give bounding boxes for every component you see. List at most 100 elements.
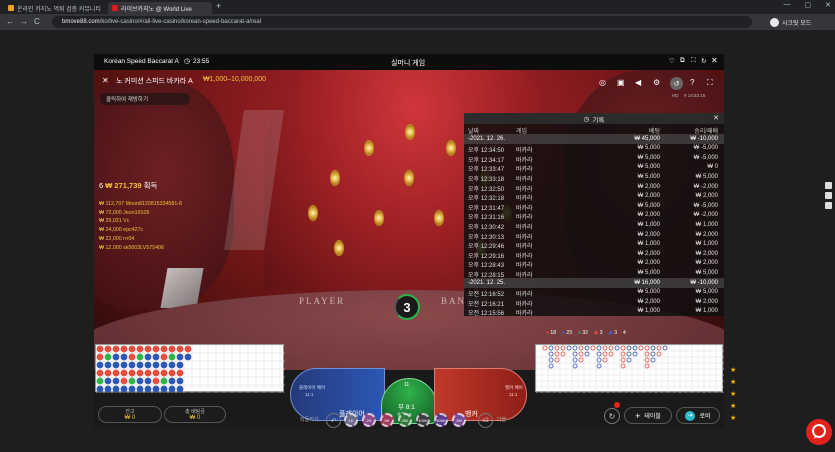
window-controls: — ▢ ✕	[784, 1, 832, 9]
total-bet-label: 총 배팅금	[185, 409, 205, 415]
tables-button[interactable]: + 테이블	[624, 407, 672, 424]
history-cell: ₩ 2,000	[695, 298, 718, 305]
star-icon[interactable]: ★	[730, 390, 736, 402]
decor-feather	[364, 140, 374, 156]
refresh-icon[interactable]: ↻	[701, 57, 706, 65]
chip-25k[interactable]: 25K	[398, 413, 412, 427]
game-mode-title: 실머니 게임	[391, 60, 426, 67]
camera-icon[interactable]: ▣	[617, 78, 625, 87]
hint-bar[interactable]: 클릭하여 재방하기	[100, 93, 190, 105]
maximize-button[interactable]: ▢	[805, 1, 812, 9]
back-arrow-icon[interactable]: ←	[6, 17, 14, 26]
chip-value: 500K	[436, 417, 446, 423]
undo-button[interactable]: ↶	[326, 413, 341, 428]
history-row: 오후 12:31:16 바카라 ₩ 2,000 ₩ -2,000	[464, 211, 724, 221]
history-close-icon[interactable]: ✕	[713, 114, 719, 122]
chip-2k[interactable]: 2K	[362, 413, 376, 427]
decor-feather	[404, 170, 414, 186]
fullscreen-icon[interactable]: ⛶	[691, 57, 696, 65]
profile-button[interactable]: 시크릿 모드	[770, 16, 811, 28]
history-date-row: -2021. 12. 26. ₩ 45,000 ₩ -10,000	[464, 134, 724, 144]
winner-row: ₩ 112,707 Moon8120815334581-8	[99, 201, 182, 207]
big-road-grid	[535, 344, 724, 394]
chip-value: 5K	[384, 417, 390, 423]
history-cell: ₩ 2,000	[637, 250, 660, 257]
sound-icon[interactable]: ◀	[635, 78, 641, 87]
balance-value: ₩ 0	[124, 415, 136, 421]
hint-text: 클릭하여 재방하기	[106, 97, 149, 103]
chips-icon[interactable]: ◎	[599, 78, 606, 87]
settings-gear-icon[interactable]: ⚙	[653, 78, 660, 87]
stream-quality: HD	[672, 93, 679, 98]
forward-arrow-icon[interactable]: →	[20, 17, 28, 26]
star-icon[interactable]: ★	[730, 402, 736, 414]
double-text: x2	[482, 417, 489, 424]
chip-1k[interactable]: 1K	[344, 413, 358, 427]
history-cell: -2021. 12. 26.	[468, 135, 506, 142]
history-cell: ₩ 5,000	[637, 145, 660, 152]
felt-player-text: PLAYER	[299, 296, 346, 306]
bead-road-grid	[95, 344, 285, 394]
star-icon[interactable]: ★	[730, 378, 736, 390]
side-button[interactable]	[825, 192, 832, 199]
balance-label: 잔고	[125, 409, 135, 415]
history-panel: ◷ 기록 ✕ 날짜 게임 베팅 승리/패배 -2021. 12. 26. ₩ 45…	[464, 113, 724, 317]
history-cell: ₩ -5,000	[693, 202, 718, 209]
url-field[interactable]: bmove88.com /ko/live-casino/#/all-live-c…	[52, 16, 752, 28]
card-shoe	[160, 268, 204, 308]
decor-feather	[434, 210, 444, 226]
history-cell: ₩ 2,000	[637, 193, 660, 200]
help-icon[interactable]: ?	[690, 78, 694, 87]
stat-bpair: ◉ 3	[593, 330, 603, 336]
chip-500k[interactable]: 500K	[434, 413, 448, 427]
history-row: 오후 12:29:16 바카라 ₩ 2,000 ₩ 2,000	[464, 249, 724, 260]
history-clock-icon: ◷	[583, 115, 590, 123]
lobby-button[interactable]: ➜ 로비	[676, 407, 720, 424]
balance-display: 잔고 ₩ 0	[98, 406, 162, 423]
chip-100k[interactable]: 100K	[416, 413, 430, 427]
history-date-row: -2021. 12. 25. ₩ 16,000 ₩ -10,000	[464, 278, 724, 288]
history-clock-icon[interactable]: ↺	[670, 77, 683, 90]
chip-2m[interactable]: 2M	[452, 413, 466, 427]
chip-5k[interactable]: 5K	[380, 413, 394, 427]
minimize-button[interactable]: —	[784, 1, 791, 9]
history-cell: ₩ 2,000	[695, 260, 718, 267]
favorite-heart-icon[interactable]: ♡	[669, 57, 675, 65]
double-label: 더블	[497, 417, 507, 423]
countdown-number: 3	[403, 299, 411, 315]
banker-label: 뱅커	[465, 411, 478, 418]
side-button[interactable]	[825, 202, 832, 209]
stat-ppair: ◉ 3	[608, 330, 618, 336]
history-row: 오후 12:33:18 바카라 ₩ 5,000 ₩ 5,000	[464, 172, 724, 183]
close-stream-icon[interactable]: ✕	[102, 76, 109, 85]
reload-icon[interactable]: C	[34, 17, 40, 26]
address-bar-row: ← → C bmove88.com /ko/live-casino/#/all-…	[0, 14, 835, 30]
profile-label: 시크릿 모드	[782, 20, 812, 27]
history-row: 오후 12:28:15 바카라 ₩ 5,000 ₩ 5,000	[464, 268, 724, 279]
chat-button[interactable]	[806, 419, 832, 445]
double-button[interactable]: x2	[478, 413, 493, 428]
browser-tab-1[interactable]: 온라인 카지노 먹튀 검증 커뮤니티	[4, 2, 106, 14]
browser-tab-2[interactable]: 라이브카지노 @ World Live	[108, 2, 212, 14]
chip-value: 1K	[348, 417, 354, 423]
tables-label: 테이블	[644, 414, 661, 420]
expand-icon[interactable]: ⛶	[707, 78, 713, 88]
big-road-roadmap[interactable]	[535, 344, 724, 394]
decor-feather	[330, 170, 340, 186]
history-cell: ₩ 5,000	[637, 173, 660, 180]
star-icon[interactable]: ★	[730, 366, 736, 378]
multiwindow-icon[interactable]: ⧉	[680, 57, 685, 65]
new-tab-button[interactable]: +	[216, 1, 221, 11]
close-game-icon[interactable]: ✕	[711, 56, 718, 65]
bead-road-roadmap[interactable]	[95, 344, 285, 394]
history-cell: ₩ 5,000	[637, 289, 660, 296]
star-icon[interactable]: ★	[730, 414, 736, 426]
replay-button[interactable]: ↻	[604, 408, 620, 424]
stat-count: 4	[623, 330, 626, 336]
history-cell: ₩ -5,000	[693, 145, 718, 152]
stream-clock: # 14:53:15	[684, 93, 706, 98]
history-cell: ₩ 5,000	[637, 269, 660, 276]
close-window-button[interactable]: ✕	[825, 1, 831, 9]
side-button[interactable]	[825, 182, 832, 189]
player-pair-label: 플레이어 페어	[299, 385, 326, 390]
